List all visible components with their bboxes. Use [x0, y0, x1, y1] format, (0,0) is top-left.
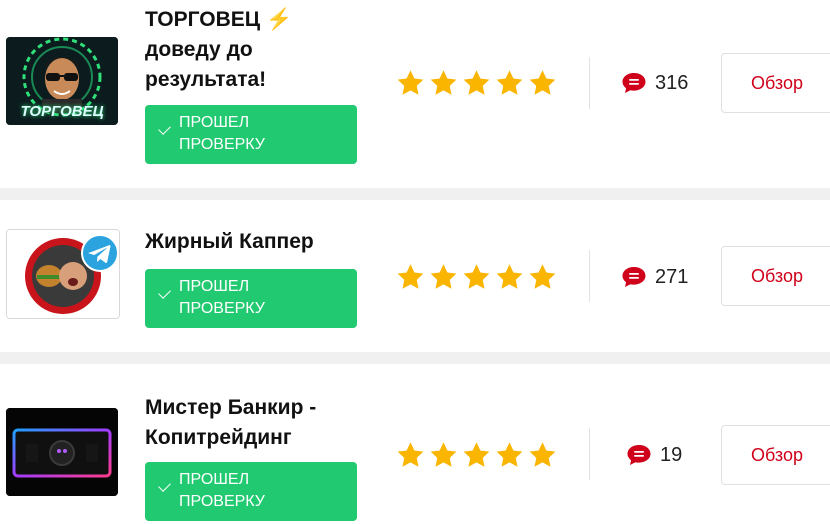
star-icon [427, 440, 460, 470]
star-icon [394, 440, 427, 470]
verified-badge: ПРОШЕЛ ПРОВЕРКУ [145, 105, 357, 164]
check-icon [158, 286, 171, 299]
listing-title[interactable]: Жирный Каппер [145, 227, 365, 257]
comment-icon [621, 265, 647, 289]
star-icon [526, 262, 559, 292]
divider [589, 250, 590, 302]
review-button[interactable]: Обзор [721, 425, 830, 485]
avatar[interactable]: ТОРГОВЕЦ [6, 37, 118, 125]
title-line: доведу до [145, 38, 253, 61]
check-icon [158, 479, 171, 492]
banker-logo-icon [6, 408, 118, 496]
divider [589, 428, 590, 480]
rating-stars [394, 440, 559, 470]
title-line: ТОРГОВЕЦ ⚡ [145, 8, 293, 31]
comments-number: 316 [655, 71, 689, 94]
listing-card: Жирный Каппер ПРОШЕЛ ПРОВЕРКУ 271 Обзор [0, 200, 830, 352]
verified-label: ПРОШЕЛ ПРОВЕРКУ [179, 471, 265, 510]
comments-count[interactable]: 271 [621, 265, 688, 289]
avatar[interactable] [6, 229, 120, 319]
title-line: Жирный Каппер [145, 230, 314, 253]
title-line: Копитрейдинг [145, 426, 292, 449]
rating-stars [394, 262, 559, 292]
comments-count[interactable]: 316 [621, 71, 688, 95]
star-icon [427, 262, 460, 292]
listing-title[interactable]: ТОРГОВЕЦ ⚡ доведу до результата! [145, 5, 365, 95]
star-icon [526, 440, 559, 470]
review-button[interactable]: Обзор [721, 246, 830, 306]
avatar[interactable] [6, 408, 118, 496]
comment-icon [626, 443, 652, 467]
star-icon [526, 68, 559, 98]
telegram-icon [81, 234, 119, 272]
listing-title[interactable]: Мистер Банкир - Копитрейдинг [145, 393, 365, 453]
star-icon [394, 68, 427, 98]
listing-card: ТОРГОВЕЦ ТОРГОВЕЦ ⚡ доведу до результата… [0, 0, 830, 188]
star-icon [394, 262, 427, 292]
star-icon [460, 68, 493, 98]
verified-badge: ПРОШЕЛ ПРОВЕРКУ [145, 269, 357, 328]
listing-card: Мистер Банкир - Копитрейдинг ПРОШЕЛ ПРОВ… [0, 364, 830, 524]
title-line: Мистер Банкир - [145, 396, 317, 419]
review-button[interactable]: Обзор [721, 53, 830, 113]
verified-badge: ПРОШЕЛ ПРОВЕРКУ [145, 462, 357, 521]
rating-stars [394, 68, 559, 98]
star-icon [493, 440, 526, 470]
comments-number: 19 [660, 443, 683, 466]
title-line: результата! [145, 68, 267, 91]
check-icon [158, 122, 171, 135]
star-icon [460, 440, 493, 470]
verified-label: ПРОШЕЛ ПРОВЕРКУ [179, 114, 265, 153]
star-icon [460, 262, 493, 292]
verified-label: ПРОШЕЛ ПРОВЕРКУ [179, 278, 265, 317]
star-icon [493, 262, 526, 292]
star-icon [427, 68, 460, 98]
comments-count[interactable]: 19 [626, 443, 682, 467]
divider [589, 57, 590, 109]
avatar-caption: ТОРГОВЕЦ [20, 103, 104, 120]
comment-icon [621, 71, 647, 95]
star-icon [493, 68, 526, 98]
comments-number: 271 [655, 265, 689, 288]
